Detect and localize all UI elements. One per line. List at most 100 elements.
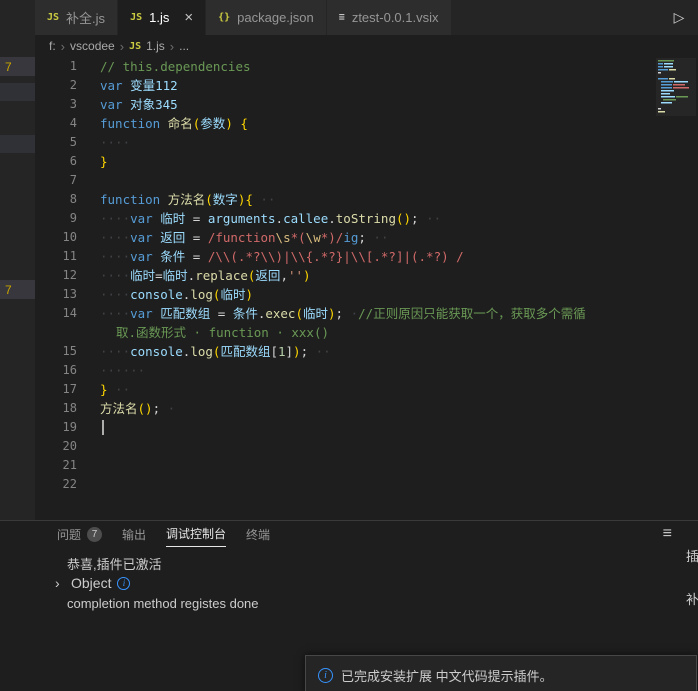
code-line[interactable]: ····console.log(临时) [91, 285, 253, 304]
breadcrumb-separator: › [119, 38, 125, 54]
line-number[interactable]: 6 [35, 152, 91, 171]
line-number[interactable]: 2 [35, 76, 91, 95]
breadcrumb-item[interactable]: 1.js [146, 39, 165, 53]
code-token: ···· [100, 211, 131, 226]
line-number[interactable]: 1 [35, 57, 91, 76]
code-line[interactable]: } ·· [91, 380, 130, 399]
line-number[interactable]: 20 [35, 437, 91, 456]
line-number[interactable]: 19 [35, 418, 91, 437]
code-token: 方法名 [100, 401, 138, 416]
explorer-row[interactable] [0, 83, 35, 101]
expand-chevron-icon[interactable]: › [55, 575, 65, 591]
panel-menu-icon[interactable]: ≡ [663, 525, 672, 542]
line-number[interactable]: 7 [35, 171, 91, 190]
code-line[interactable]: function 命名(参数) { [91, 114, 248, 133]
minimap[interactable] [656, 58, 696, 118]
tab-bar-spacer [452, 0, 660, 35]
tab-package-json[interactable]: {} package.json [206, 0, 327, 35]
breadcrumb-item[interactable]: ... [179, 39, 189, 53]
run-button[interactable]: ▷ [660, 0, 698, 35]
code-token: () [395, 211, 412, 226]
line-number[interactable]: 11 [35, 247, 91, 266]
code-token: 临时 [220, 287, 246, 302]
code-token: ; [411, 211, 419, 226]
code-token: ig [343, 230, 359, 245]
code-line[interactable]: ····console.log(匹配数组[1]); ·· [91, 342, 331, 361]
code-line[interactable]: ······ [91, 361, 145, 380]
line-number[interactable]: 5 [35, 133, 91, 152]
console-message-2: completion method registes done [55, 593, 698, 613]
tab-bar-tabs: JS 补全.js JS 1.js × {} package.json ≡ ztest-0.0.1… [35, 0, 452, 35]
code-line[interactable]: ····var 条件 = /\\(.*?\\)|\\{.*?}|\\[.*?]|… [91, 247, 464, 266]
code-line[interactable] [91, 475, 100, 494]
explorer-row[interactable]: 7 [0, 57, 35, 76]
code-token: ·· [418, 211, 442, 226]
code-line[interactable]: 取.函数形式 · function · xxx() [91, 323, 329, 342]
breadcrumb-item[interactable]: f: [49, 39, 56, 53]
code-line[interactable]: function 方法名(数字){ ·· [91, 190, 275, 209]
code-token: ; [335, 306, 344, 321]
code-token: '' [287, 268, 304, 283]
line-number[interactable]: 8 [35, 190, 91, 209]
code-line[interactable]: 方法名(); · [91, 399, 175, 418]
code-token: = [185, 249, 208, 264]
panel-actions[interactable]: ≡ [663, 525, 672, 543]
explorer-row[interactable] [0, 135, 35, 153]
line-number[interactable]: 15 [35, 342, 91, 361]
code-line[interactable]: var 变量112 [91, 76, 178, 95]
tab-buquan-js[interactable]: JS 补全.js [35, 0, 119, 35]
line-number[interactable] [35, 323, 91, 342]
code-token: function [100, 116, 161, 131]
console-object-row[interactable]: › Object i [55, 573, 698, 593]
breadcrumb-item[interactable]: vscodee [70, 39, 115, 53]
line-number[interactable]: 3 [35, 95, 91, 114]
code-line[interactable]: var 对象345 [91, 95, 178, 114]
close-icon[interactable]: × [184, 10, 193, 25]
explorer-row[interactable]: 7 [0, 280, 35, 299]
line-number[interactable]: 17 [35, 380, 91, 399]
code-line[interactable] [91, 171, 100, 190]
file-type-icon: JS [47, 12, 60, 23]
code-token: exec [265, 306, 296, 321]
line-number[interactable]: 4 [35, 114, 91, 133]
panel-tab-output[interactable]: 输出 [122, 521, 146, 547]
tab-label: package.json [237, 10, 314, 25]
line-number[interactable]: 9 [35, 209, 91, 228]
code-line[interactable] [91, 456, 100, 475]
line-number[interactable]: 18 [35, 399, 91, 418]
line-number[interactable]: 10 [35, 228, 91, 247]
panel-tab-terminal[interactable]: 终端 [246, 521, 270, 547]
code-line[interactable]: ····var 匹配数组 = 条件.exec(临时); ·//正则原因只能获取一… [91, 304, 586, 323]
line-number[interactable]: 12 [35, 266, 91, 285]
panel-tab-label: 输出 [122, 527, 147, 542]
file-type-icon: JS [129, 40, 142, 52]
code-line[interactable]: ····var 返回 = /function\s*(\w*)/ig; ·· [91, 228, 388, 247]
code-token: ······ [100, 363, 146, 378]
code-row: 21 [35, 456, 698, 475]
panel-tab-debug-console[interactable]: 调试控制台 [166, 521, 227, 547]
code-editor[interactable]: 1// this.dependencies 2 var 变量112 3 var 对象34… [35, 57, 698, 520]
line-number[interactable]: 16 [35, 361, 91, 380]
code-token: arguments [207, 211, 276, 226]
code-line[interactable]: ····var 临时 = arguments.callee.toString()… [91, 209, 441, 228]
code-line[interactable] [91, 437, 100, 456]
line-number[interactable]: 13 [35, 285, 91, 304]
code-token: } [100, 154, 108, 169]
code-line[interactable]: } [91, 152, 108, 171]
line-number[interactable]: 22 [35, 475, 91, 494]
code-line[interactable]: ····临时=临时.replace(返回,'') [91, 266, 311, 285]
line-number[interactable]: 14 [35, 304, 91, 323]
code-line[interactable]: ···· [91, 133, 130, 152]
tab-1-js[interactable]: JS 1.js × [118, 0, 207, 35]
notification-toast[interactable]: i 已完成安装扩展 中文代码提示插件。 [305, 655, 697, 691]
code-token: 临时 [160, 211, 186, 226]
code-line[interactable] [91, 418, 100, 437]
code-token: \w [305, 230, 321, 245]
panel-tab-label: 问题 [57, 527, 82, 542]
code-token: = [185, 230, 208, 245]
code-line[interactable]: // this.dependencies [91, 57, 251, 76]
panel-tab-problems[interactable]: 问题 7 [57, 521, 103, 547]
line-number[interactable]: 21 [35, 456, 91, 475]
tab-ztest-vsix[interactable]: ≡ ztest-0.0.1.vsix [326, 0, 452, 35]
code-row: 11 ····var 条件 = /\\(.*?\\)|\\{.*?}|\\[.*?… [35, 247, 698, 266]
